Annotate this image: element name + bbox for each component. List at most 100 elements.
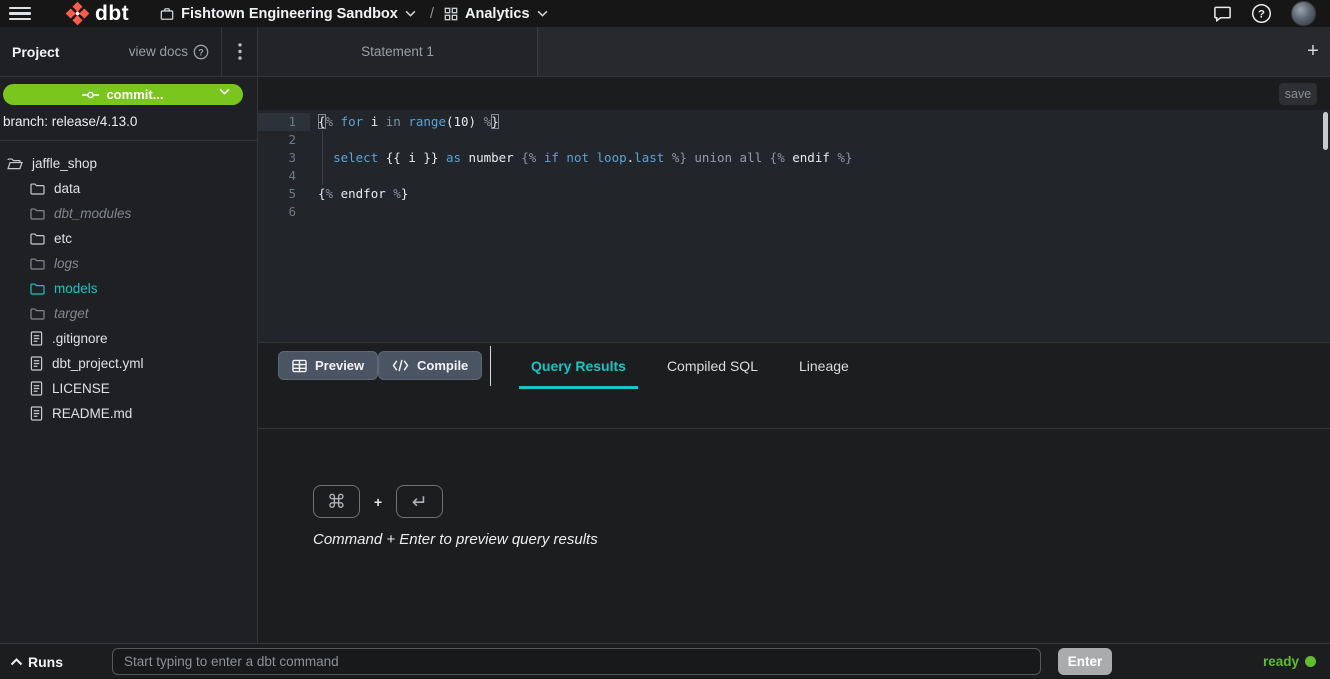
tree-item-label: dbt_project.yml <box>52 356 144 371</box>
tree-item-.gitignore[interactable]: .gitignore <box>0 326 257 351</box>
project-switcher[interactable]: Analytics <box>444 6 547 22</box>
tree-item-data[interactable]: data <box>0 176 257 201</box>
tree-item-label: logs <box>54 256 79 271</box>
dbt-logo-icon <box>64 0 91 27</box>
chat-icon[interactable] <box>1213 4 1232 23</box>
grid-icon <box>444 7 458 21</box>
results-tabs: Query Results Compiled SQL Lineage <box>519 343 878 389</box>
file-icon <box>30 381 43 396</box>
top-bar: dbt Fishtown Engineering Sandbox / Analy… <box>0 0 1330 27</box>
tab-compiled-sql[interactable]: Compiled SQL <box>655 343 770 389</box>
results-subheader <box>258 389 1330 429</box>
line-number: 1 <box>258 113 310 131</box>
account-switcher[interactable]: Fishtown Engineering Sandbox <box>160 6 416 22</box>
command-bar: Runs Enter ready <box>0 643 1330 678</box>
compile-button[interactable]: Compile <box>378 351 482 380</box>
dbt-logo-text: dbt <box>95 2 129 26</box>
project-sidebar: Project view docs ? commit... branch: re… <box>0 27 258 643</box>
preview-label: Preview <box>315 358 364 373</box>
tree-item-README.md[interactable]: README.md <box>0 401 257 426</box>
code-line[interactable] <box>318 203 1320 221</box>
line-numbers: 123456 <box>258 113 310 221</box>
save-button[interactable]: save <box>1279 83 1317 105</box>
sidebar-title: Project <box>12 44 59 60</box>
return-key-icon: ↵ <box>396 485 443 518</box>
commit-button[interactable]: commit... <box>3 84 243 105</box>
results-panel: Preview Compile Query Results Compiled S… <box>258 342 1330 643</box>
tree-item-LICENSE[interactable]: LICENSE <box>0 376 257 401</box>
dbt-logo[interactable]: dbt <box>64 0 129 27</box>
line-number: 2 <box>258 131 310 149</box>
code-icon <box>392 359 409 372</box>
tab-lineage[interactable]: Lineage <box>787 343 861 389</box>
folder-icon <box>7 157 23 170</box>
tree-item-label: dbt_modules <box>54 206 131 221</box>
code-line[interactable]: {% for i in range(10) %} <box>318 113 1320 131</box>
line-number: 6 <box>258 203 310 221</box>
tree-item-jaffle_shop[interactable]: jaffle_shop <box>0 151 257 176</box>
tree-item-label: README.md <box>52 406 132 421</box>
status-indicator: ready <box>1263 644 1316 679</box>
breadcrumb-separator: / <box>430 5 434 22</box>
command-key-icon: ⌘ <box>313 485 360 518</box>
results-controls: Preview Compile Query Results Compiled S… <box>258 343 1330 389</box>
code-line[interactable]: {% endfor %} <box>318 185 1320 203</box>
branch-label: branch: release/4.13.0 <box>3 114 137 129</box>
chevron-down-icon <box>537 10 548 17</box>
dbt-command-input[interactable] <box>112 648 1041 675</box>
tab-query-results[interactable]: Query Results <box>519 343 638 389</box>
line-number: 5 <box>258 185 310 203</box>
hamburger-menu-icon[interactable] <box>9 7 31 21</box>
user-avatar[interactable] <box>1291 1 1316 26</box>
briefcase-icon <box>160 7 174 21</box>
status-dot <box>1305 656 1316 667</box>
shortcut-hint-text: Command + Enter to preview query results <box>313 531 598 548</box>
plus-separator: + <box>374 494 382 510</box>
preview-button[interactable]: Preview <box>278 351 378 380</box>
code-editor[interactable]: 123456 {% for i in range(10) %} select {… <box>258 110 1330 342</box>
tree-item-label: data <box>54 181 80 196</box>
sidebar-header: Project view docs ? <box>0 27 257 77</box>
shortcut-hint-keys: ⌘ + ↵ <box>313 485 443 518</box>
tree-item-dbt_project.yml[interactable]: dbt_project.yml <box>0 351 257 376</box>
enter-button[interactable]: Enter <box>1058 648 1112 675</box>
file-icon <box>30 356 43 371</box>
tree-item-label: LICENSE <box>52 381 110 396</box>
code-line[interactable] <box>318 167 1320 185</box>
tab-statement-1[interactable]: Statement 1 <box>258 27 538 76</box>
runs-label: Runs <box>28 654 63 670</box>
code-lines: {% for i in range(10) %} select {{ i }} … <box>318 113 1320 221</box>
kebab-menu-icon[interactable] <box>221 27 257 77</box>
code-line[interactable] <box>318 131 1320 149</box>
chevron-down-icon <box>219 88 230 95</box>
controls-divider <box>490 346 491 386</box>
editor-scrollbar[interactable] <box>1323 112 1328 150</box>
new-tab-button[interactable]: + <box>1296 27 1330 76</box>
line-number: 4 <box>258 167 310 185</box>
help-icon[interactable]: ? <box>1251 3 1272 24</box>
folder-icon <box>30 232 45 245</box>
chevron-up-icon <box>10 658 23 666</box>
folder-icon <box>30 182 45 195</box>
folder-icon <box>30 207 45 220</box>
tab-label: Statement 1 <box>361 44 434 59</box>
sidebar-divider <box>0 140 257 141</box>
tree-item-dbt_modules[interactable]: dbt_modules <box>0 201 257 226</box>
tree-item-target[interactable]: target <box>0 301 257 326</box>
account-name: Fishtown Engineering Sandbox <box>181 6 398 22</box>
tree-item-models[interactable]: models <box>0 276 257 301</box>
tab-label: Compiled SQL <box>667 358 758 374</box>
project-name: Analytics <box>465 6 529 22</box>
view-docs-link[interactable]: view docs ? <box>129 44 209 60</box>
folder-icon <box>30 307 45 320</box>
tree-item-etc[interactable]: etc <box>0 226 257 251</box>
svg-text:?: ? <box>1258 9 1265 21</box>
runs-toggle[interactable]: Runs <box>10 644 63 679</box>
indent-guide <box>322 131 323 185</box>
code-line[interactable]: select {{ i }} as number {% if not loop.… <box>318 149 1320 167</box>
folder-icon <box>30 282 45 295</box>
tree-item-logs[interactable]: logs <box>0 251 257 276</box>
tree-item-label: jaffle_shop <box>32 156 97 171</box>
file-icon <box>30 406 43 421</box>
git-commit-icon <box>82 90 99 100</box>
